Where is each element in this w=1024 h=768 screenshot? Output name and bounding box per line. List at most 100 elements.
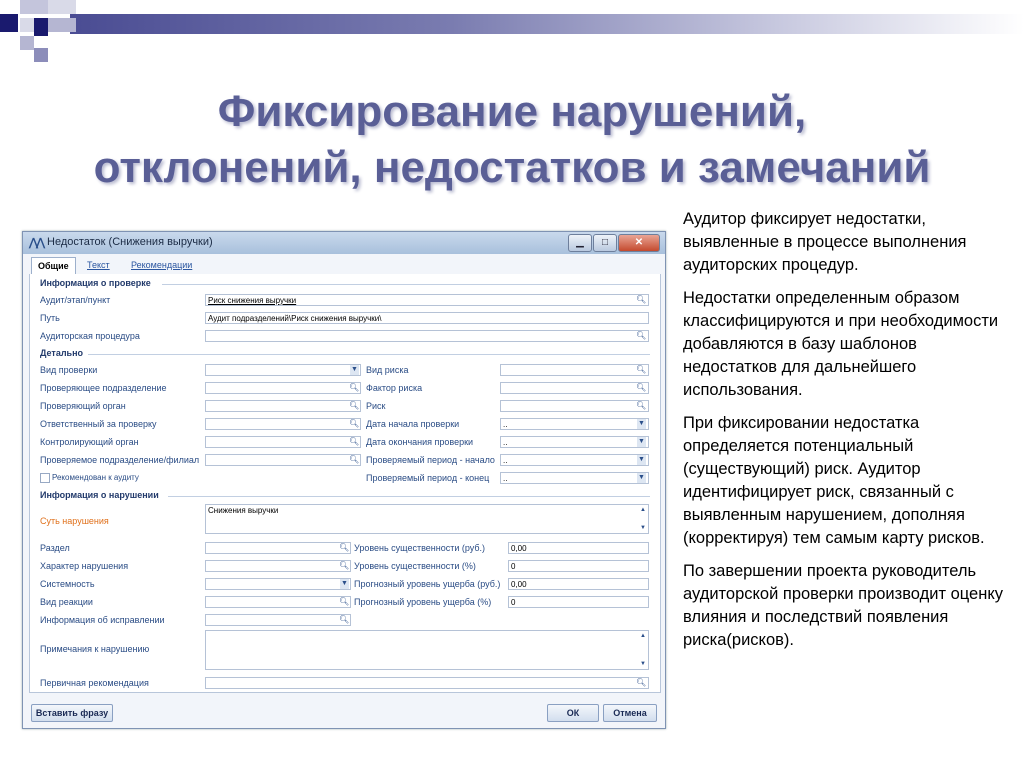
checked-unit-label: Проверяемое подразделение/филиал <box>40 455 200 465</box>
period-end-label: Проверяемый период - конец <box>366 473 490 483</box>
notes-textarea[interactable] <box>205 630 649 670</box>
search-icon[interactable]: 🔍︎ <box>636 383 646 393</box>
maximize-button[interactable]: □ <box>593 234 617 252</box>
search-icon[interactable]: 🔍︎ <box>349 419 359 429</box>
risk-factor-field[interactable] <box>500 382 649 394</box>
cancel-button[interactable]: Отмена <box>603 704 657 722</box>
search-icon[interactable]: 🔍︎ <box>349 455 359 465</box>
materiality-rub-label: Уровень существенности (руб.) <box>354 543 486 553</box>
essence-textarea[interactable]: Снижения выручки <box>205 504 649 534</box>
section-check-info: Информация о проверке <box>40 278 151 288</box>
chevron-down-icon[interactable]: ▼ <box>637 437 646 447</box>
search-icon[interactable]: 🔍︎ <box>339 543 349 553</box>
controlling-body-label: Контролирующий орган <box>40 437 139 447</box>
window-titlebar[interactable]: ⋀⋀ Недостаток (Снижения выручки) ▁ □ ✕ <box>23 232 665 254</box>
paragraph-2: Недостатки определенным образом классифи… <box>683 289 999 399</box>
header-decoration <box>0 0 1024 64</box>
search-icon[interactable]: 🔍︎ <box>636 295 646 305</box>
violation-nature-field[interactable] <box>205 560 351 572</box>
damage-rub-label: Прогнозный уровень ущерба (руб.) <box>354 579 501 589</box>
check-type-select[interactable] <box>205 364 361 376</box>
section-field[interactable] <box>205 542 351 554</box>
checking-unit-label: Проверяющее подразделение <box>40 383 167 393</box>
path-field[interactable]: Аудит подразделений\Риск снижения выручк… <box>205 312 649 324</box>
window-title: Недостаток (Снижения выручки) <box>47 236 213 248</box>
section-violation-info: Информация о нарушении <box>40 490 159 500</box>
tab-text[interactable]: Текст <box>87 260 110 270</box>
tab-bar: Общие Текст Рекомендации <box>29 257 659 277</box>
checked-unit-field[interactable] <box>205 454 361 466</box>
start-date-field[interactable]: .. <box>500 418 649 430</box>
fix-info-field[interactable] <box>205 614 351 626</box>
primary-rec-label: Первичная рекомендация <box>40 678 149 688</box>
responsible-field[interactable] <box>205 418 361 430</box>
side-text: Аудитор фиксирует недостатки, выявленные… <box>683 208 1015 662</box>
paragraph-4: По завершении проекта руководитель аудит… <box>683 562 1003 649</box>
chevron-down-icon[interactable]: ▼ <box>637 419 646 429</box>
reaction-type-field[interactable] <box>205 596 351 608</box>
checking-unit-field[interactable] <box>205 382 361 394</box>
risk-type-label: Вид риска <box>366 365 409 375</box>
end-date-field[interactable]: .. <box>500 436 649 448</box>
systemic-select[interactable] <box>205 578 351 590</box>
search-icon[interactable]: 🔍︎ <box>349 401 359 411</box>
path-label: Путь <box>40 313 60 323</box>
search-icon[interactable]: 🔍︎ <box>349 437 359 447</box>
procedure-label: Аудиторская процедура <box>40 331 140 341</box>
title-line-1: Фиксирование нарушений, <box>217 87 807 136</box>
paragraph-3: При фиксировании недостатка определяется… <box>683 414 985 547</box>
search-icon[interactable]: 🔍︎ <box>339 597 349 607</box>
responsible-label: Ответственный за проверку <box>40 419 157 429</box>
deficiency-dialog: ⋀⋀ Недостаток (Снижения выручки) ▁ □ ✕ О… <box>22 231 666 729</box>
chevron-down-icon[interactable]: ▼ <box>637 473 646 483</box>
checking-body-label: Проверяющий орган <box>40 401 126 411</box>
chevron-down-icon[interactable]: ▼ <box>350 365 359 375</box>
search-icon[interactable]: 🔍︎ <box>636 678 646 688</box>
deco-square <box>20 0 48 14</box>
search-icon[interactable]: 🔍︎ <box>349 383 359 393</box>
period-start-label: Проверяемый период - начало <box>366 455 495 465</box>
ok-button[interactable]: ОК <box>547 704 599 722</box>
damage-rub-field[interactable]: 0,00 <box>508 578 649 590</box>
risk-label: Риск <box>366 401 386 411</box>
procedure-field[interactable] <box>205 330 649 342</box>
systemic-label: Системность <box>40 579 95 589</box>
deco-square <box>48 0 76 14</box>
materiality-rub-field[interactable]: 0,00 <box>508 542 649 554</box>
checking-body-field[interactable] <box>205 400 361 412</box>
risk-type-field[interactable] <box>500 364 649 376</box>
damage-pct-label: Прогнозный уровень ущерба (%) <box>354 597 492 607</box>
risk-field[interactable] <box>500 400 649 412</box>
insert-phrase-button[interactable]: Вставить фразу <box>31 704 113 722</box>
chevron-down-icon[interactable]: ▼ <box>340 579 349 589</box>
controlling-body-field[interactable] <box>205 436 361 448</box>
materiality-pct-field[interactable]: 0 <box>508 560 649 572</box>
scroll-down-icon[interactable]: ▼ <box>638 523 648 533</box>
period-start-field[interactable]: .. <box>500 454 649 466</box>
title-line-2: отклонений, недостатков и замечаний <box>93 143 931 192</box>
start-date-label: Дата начала проверки <box>366 419 460 429</box>
violation-nature-label: Характер нарушения <box>40 561 129 571</box>
search-icon[interactable]: 🔍︎ <box>636 401 646 411</box>
search-icon[interactable]: 🔍︎ <box>636 365 646 375</box>
essence-label: Суть нарушения <box>40 516 109 526</box>
slide-title: Фиксирование нарушений, отклонений, недо… <box>0 84 1024 196</box>
primary-rec-field[interactable] <box>205 677 649 689</box>
deco-square <box>0 14 18 32</box>
deco-square <box>34 48 48 62</box>
audit-field[interactable]: Риск снижения выручки <box>205 294 649 306</box>
tab-recommendations[interactable]: Рекомендации <box>131 260 192 270</box>
search-icon[interactable]: 🔍︎ <box>339 561 349 571</box>
damage-pct-field[interactable]: 0 <box>508 596 649 608</box>
scroll-up-icon[interactable]: ▲ <box>638 631 648 641</box>
section-label: Раздел <box>40 543 70 553</box>
close-button[interactable]: ✕ <box>618 234 660 252</box>
search-icon[interactable]: 🔍︎ <box>636 331 646 341</box>
scroll-up-icon[interactable]: ▲ <box>638 505 648 515</box>
recommended-checkbox[interactable] <box>40 473 50 483</box>
chevron-down-icon[interactable]: ▼ <box>637 455 646 465</box>
scroll-down-icon[interactable]: ▼ <box>638 659 648 669</box>
minimize-button[interactable]: ▁ <box>568 234 592 252</box>
search-icon[interactable]: 🔍︎ <box>339 615 349 625</box>
period-end-field[interactable]: .. <box>500 472 649 484</box>
